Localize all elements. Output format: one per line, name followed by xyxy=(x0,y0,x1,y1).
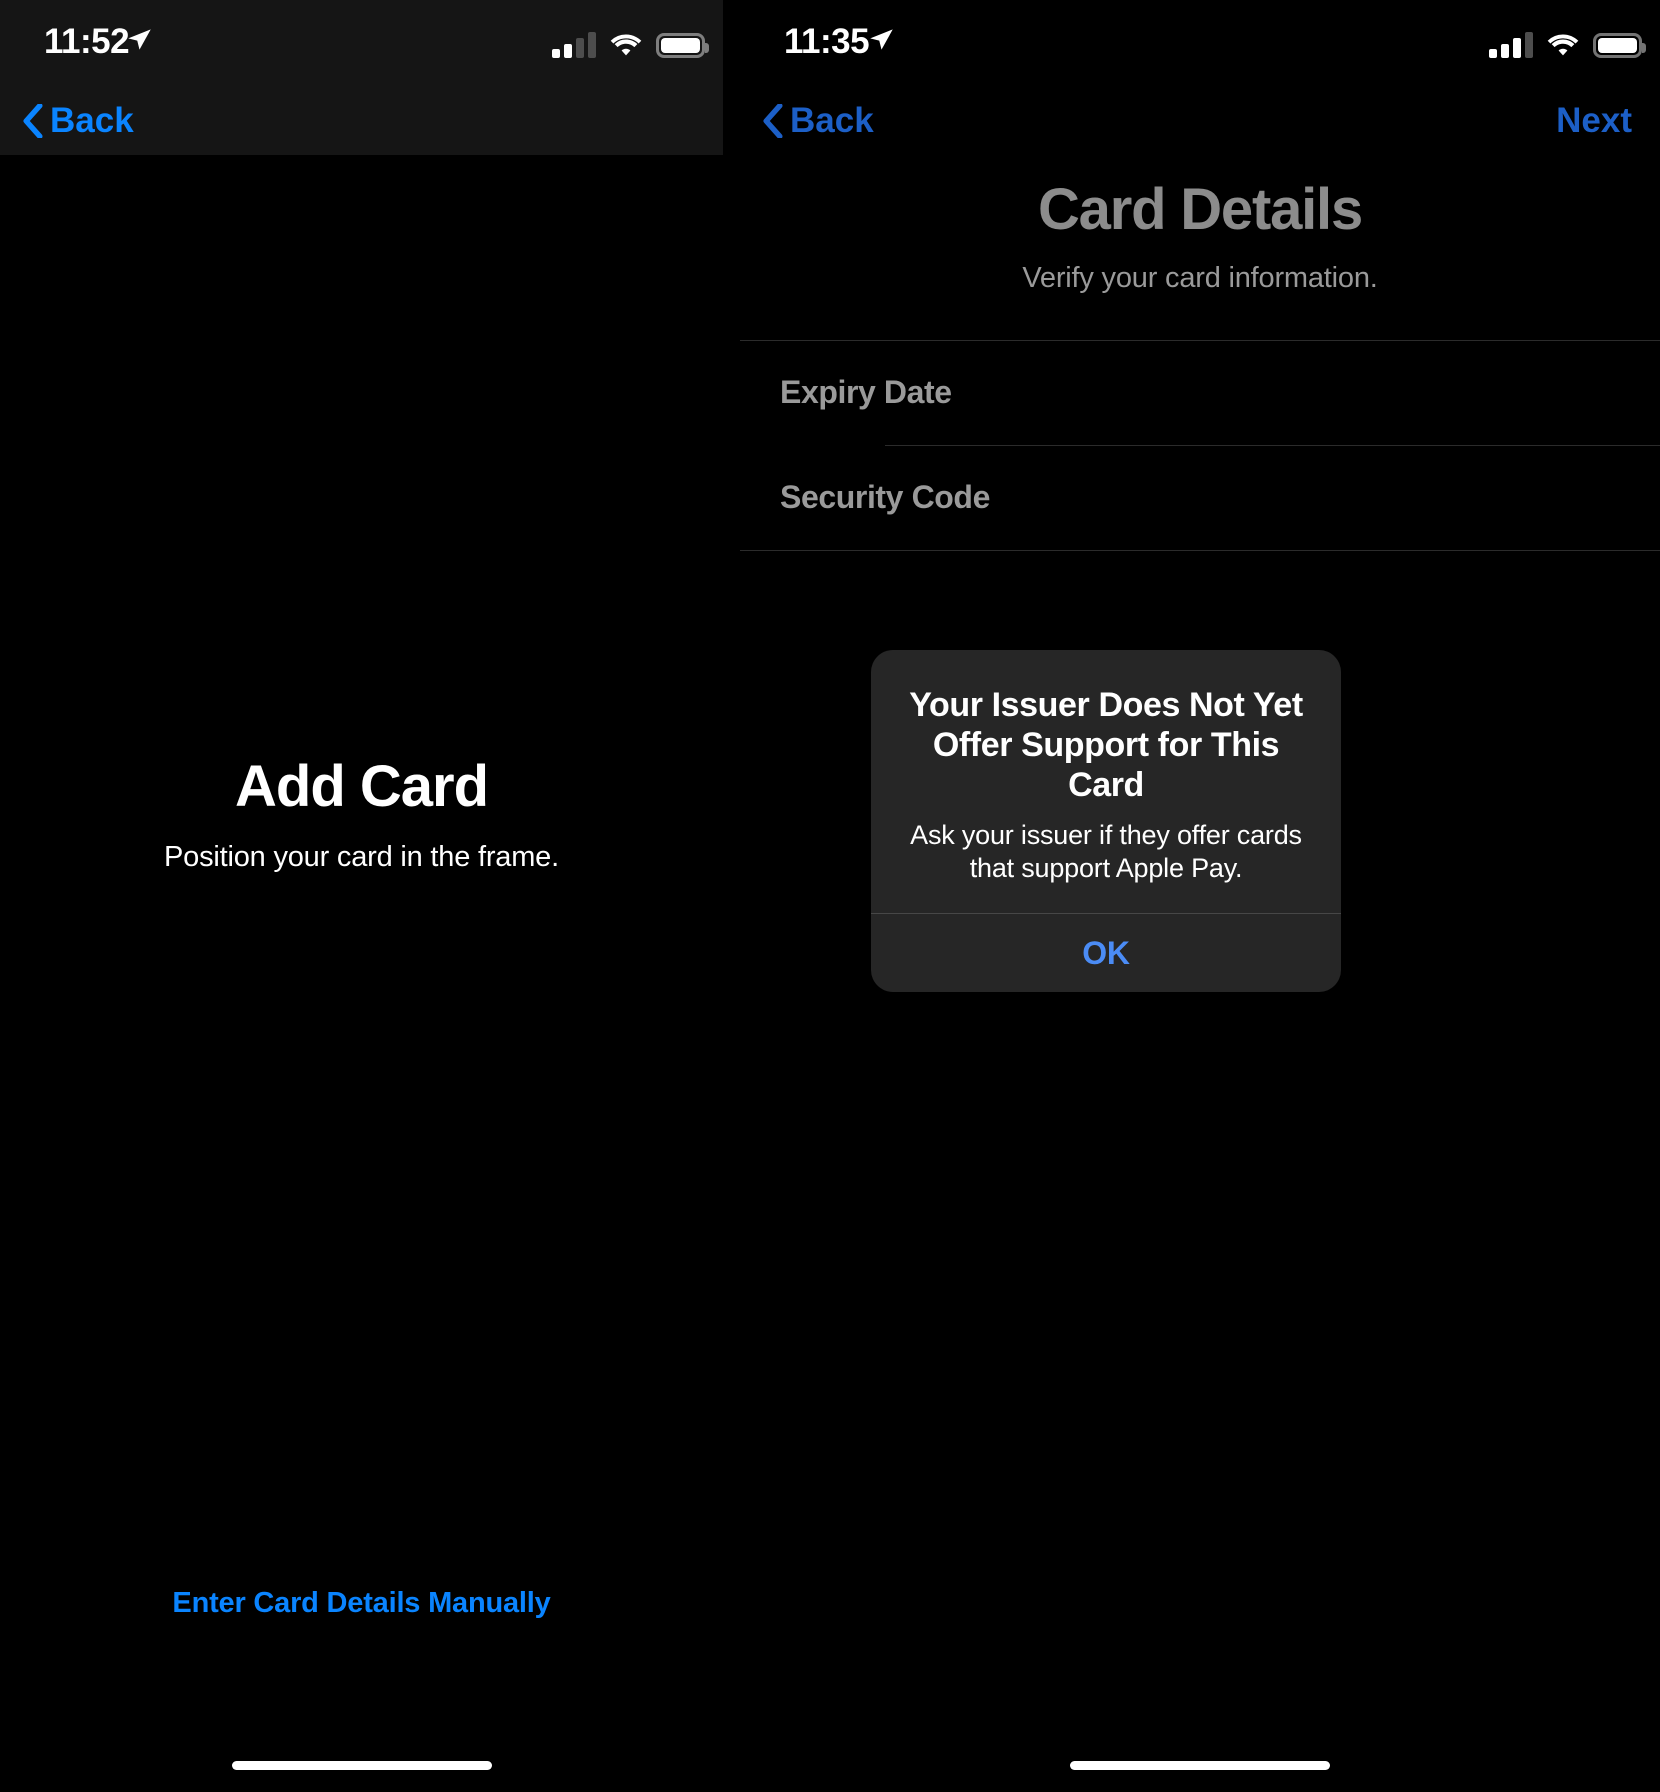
page-title: Card Details xyxy=(1037,177,1363,242)
security-code-label: Security Code xyxy=(780,479,990,516)
card-details-form: Expiry Date Security Code xyxy=(740,339,1660,551)
location-arrow-icon xyxy=(868,26,895,53)
chevron-left-icon xyxy=(762,102,784,140)
cellular-signal-icon xyxy=(1489,32,1533,58)
cellular-signal-icon xyxy=(552,32,596,58)
form-row-expiry-date[interactable]: Expiry Date xyxy=(740,341,1660,445)
right-phone-screen: 11:35 Back Next Card Details Verify your… xyxy=(740,0,1660,1792)
alert-ok-button[interactable]: OK xyxy=(871,914,1341,992)
next-button-label: Next xyxy=(1556,101,1632,140)
alert-message: Ask your issuer if they offer cards that… xyxy=(910,820,1302,884)
card-details-header: Card Details Verify your card informatio… xyxy=(740,156,1660,295)
wifi-icon xyxy=(1546,32,1580,58)
next-button[interactable]: Next xyxy=(1556,86,1632,156)
issuer-unsupported-alert: Your Issuer Does Not Yet Offer Support f… xyxy=(871,650,1341,993)
right-nav-bar: Back Next xyxy=(740,86,1660,156)
battery-icon xyxy=(1593,33,1646,58)
alert-content: Your Issuer Does Not Yet Offer Support f… xyxy=(871,650,1341,913)
back-button[interactable]: Back xyxy=(22,86,134,156)
back-button-label: Back xyxy=(790,101,874,140)
left-status-bar: 11:52 xyxy=(0,0,723,86)
home-indicator[interactable] xyxy=(231,1761,492,1770)
wifi-icon xyxy=(609,32,643,58)
back-button-label: Back xyxy=(50,101,134,140)
screenshot-divider xyxy=(723,0,740,1792)
enter-card-details-manually-link[interactable]: Enter Card Details Manually xyxy=(0,1587,723,1620)
page-title: Add Card xyxy=(235,754,489,819)
left-screen-chrome: 11:52 Back xyxy=(0,0,723,155)
form-divider-bottom xyxy=(740,549,1660,551)
expiry-date-label: Expiry Date xyxy=(780,374,952,411)
right-status-bar-indicators xyxy=(1489,24,1646,58)
page-subtitle: Verify your card information. xyxy=(1022,261,1378,294)
location-arrow-icon xyxy=(126,26,153,53)
page-subtitle: Position your card in the frame. xyxy=(164,840,559,873)
right-status-bar: 11:35 xyxy=(740,0,1660,86)
chevron-left-icon xyxy=(22,102,44,140)
status-bar-time: 11:52 xyxy=(44,22,130,61)
add-card-heading-block: Add Card Position your card in the frame… xyxy=(0,755,723,874)
alert-title: Your Issuer Does Not Yet Offer Support f… xyxy=(909,686,1303,804)
back-button[interactable]: Back xyxy=(762,86,874,156)
card-details-body: 11:35 Back Next Card Details Verify your… xyxy=(740,0,1660,1792)
left-nav-bar: Back xyxy=(0,86,723,156)
left-status-bar-indicators xyxy=(552,24,709,58)
form-row-security-code[interactable]: Security Code xyxy=(740,446,1660,550)
add-card-body: Add Card Position your card in the frame… xyxy=(0,155,723,1792)
battery-icon xyxy=(656,33,709,58)
home-indicator[interactable] xyxy=(1070,1761,1330,1770)
dual-screenshot-container: 11:52 Back Add Card Position your card i… xyxy=(0,0,1660,1792)
status-bar-time: 11:35 xyxy=(784,22,870,61)
left-phone-screen: 11:52 Back Add Card Position your card i… xyxy=(0,0,723,1792)
